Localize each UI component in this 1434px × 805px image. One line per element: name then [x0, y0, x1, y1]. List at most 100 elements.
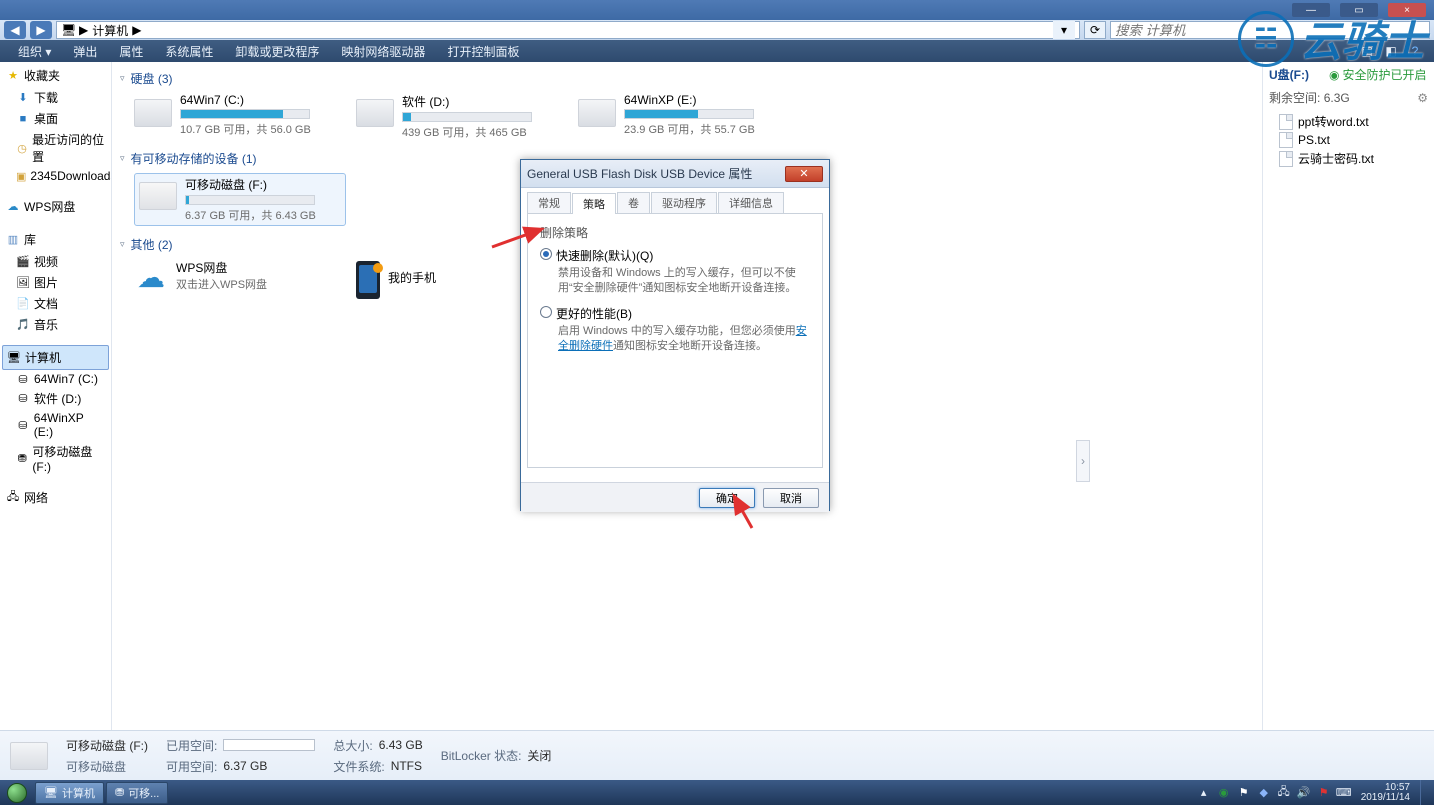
- nav-item-2345downloads[interactable]: ▣2345Downloads: [0, 167, 111, 185]
- system-tray: ▴ ◉ ⚑ ◆ 🖧 🔊 ⚑ ⌨ 10:57 2019/11/14: [1197, 780, 1434, 805]
- radio-quick-remove[interactable]: [540, 248, 552, 260]
- start-button[interactable]: [0, 780, 34, 805]
- window-maximize-button[interactable]: ▭: [1340, 3, 1378, 17]
- drive-usage-bar: [180, 109, 310, 119]
- clock-time: 10:57: [1385, 783, 1410, 793]
- preview-pane-icon[interactable]: ◧: [1380, 42, 1402, 60]
- toolbar-organize[interactable]: 组织 ▾: [8, 41, 61, 62]
- view-mode-icon[interactable]: ▤: [1356, 42, 1378, 60]
- collapse-icon: ▿: [120, 153, 125, 164]
- preview-title: U盘(F:): [1269, 66, 1309, 83]
- toolbar-map-drive[interactable]: 映射网络驱动器: [331, 41, 435, 62]
- system-clock[interactable]: 10:57 2019/11/14: [1357, 783, 1414, 803]
- tab-details[interactable]: 详细信息: [718, 192, 784, 213]
- item-wps-cloud[interactable]: ☁ WPS网盘 双击进入WPS网盘: [134, 259, 334, 299]
- details-fs-value: NTFS: [391, 759, 422, 773]
- tray-app-icon[interactable]: ◆: [1257, 786, 1271, 800]
- nav-forward-button[interactable]: ▶: [30, 21, 52, 39]
- drive-usage-text: 10.7 GB 可用，共 56.0 GB: [180, 121, 334, 137]
- nav-item-downloads[interactable]: ⬇下载: [0, 87, 111, 108]
- radio-better-perf-desc: 启用 Windows 中的写入缓存功能，但您必须使用安全删除硬件通知图标安全地断…: [558, 324, 810, 355]
- tray-action-icon[interactable]: ⚑: [1237, 786, 1251, 800]
- nav-favorites-header[interactable]: ★收藏夹: [0, 64, 111, 87]
- cloud-icon: ☁: [134, 263, 168, 291]
- file-item[interactable]: PS.txt: [1269, 131, 1428, 149]
- radio-better-perf[interactable]: [540, 306, 552, 318]
- toolbar-properties[interactable]: 属性: [109, 41, 153, 62]
- scroll-right-button[interactable]: ›: [1076, 440, 1090, 482]
- nav-network-header[interactable]: 🖧网络: [0, 486, 111, 509]
- item-sub: 双击进入WPS网盘: [176, 276, 334, 292]
- dialog-title: General USB Flash Disk USB Device 属性: [527, 165, 752, 182]
- nav-item-drive-e[interactable]: ⛁64WinXP (E:): [0, 409, 111, 441]
- details-total-value: 6.43 GB: [379, 738, 423, 752]
- window-minimize-button[interactable]: —: [1292, 3, 1330, 17]
- safety-status: ◉安全防护已开启: [1329, 66, 1427, 83]
- phone-icon: [356, 261, 380, 299]
- cancel-button[interactable]: 取消: [763, 488, 819, 508]
- search-input[interactable]: [1110, 21, 1430, 39]
- dialog-panel: 删除策略 快速删除(默认)(Q) 禁用设备和 Windows 上的写入缓存，但可…: [527, 214, 823, 468]
- tray-shield-icon[interactable]: ◉: [1217, 786, 1231, 800]
- drive-icon: [578, 99, 616, 127]
- address-box[interactable]: 🖥 ▶ 计算机 ▶ ▾: [56, 21, 1080, 39]
- file-item[interactable]: ppt转word.txt: [1269, 112, 1428, 131]
- drive-c[interactable]: 64Win7 (C:) 10.7 GB 可用，共 56.0 GB: [134, 93, 334, 140]
- nav-item-desktop[interactable]: ■桌面: [0, 108, 111, 129]
- nav-item-documents[interactable]: 📄文档: [0, 293, 111, 314]
- show-desktop-button[interactable]: [1420, 780, 1428, 805]
- details-free-label: 可用空间:: [166, 758, 217, 775]
- computer-icon: 🖥: [61, 23, 75, 37]
- nav-item-music[interactable]: 🎵音乐: [0, 314, 111, 335]
- nav-item-pictures[interactable]: 🖼图片: [0, 272, 111, 293]
- tab-volumes[interactable]: 卷: [617, 192, 650, 213]
- tab-general[interactable]: 常规: [527, 192, 571, 213]
- drive-icon: ⛁: [16, 418, 30, 432]
- drive-usage-text: 439 GB 可用，共 465 GB: [402, 124, 556, 140]
- tray-flag-icon[interactable]: ⚑: [1317, 786, 1331, 800]
- dialog-titlebar[interactable]: General USB Flash Disk USB Device 属性 ✕: [521, 160, 829, 188]
- drive-icon: ⛁: [16, 392, 30, 406]
- picture-icon: 🖼: [16, 276, 30, 290]
- group-header-hdd[interactable]: ▿硬盘 (3): [120, 70, 1254, 87]
- dialog-close-button[interactable]: ✕: [785, 166, 823, 182]
- toolbar-uninstall[interactable]: 卸载或更改程序: [225, 41, 329, 62]
- ok-button[interactable]: 确定: [699, 488, 755, 508]
- file-item[interactable]: 云骑士密码.txt: [1269, 149, 1428, 168]
- tray-volume-icon[interactable]: 🔊: [1297, 786, 1311, 800]
- nav-wps[interactable]: ☁WPS网盘: [0, 195, 111, 218]
- tab-policies[interactable]: 策略: [572, 193, 616, 214]
- nav-libraries-header[interactable]: ▥库: [0, 228, 111, 251]
- tray-expand-icon[interactable]: ▴: [1197, 786, 1211, 800]
- free-space-value: 6.3G: [1324, 91, 1350, 105]
- nav-item-recent[interactable]: ◷最近访问的位置: [0, 129, 111, 167]
- collapse-icon: ▿: [120, 239, 125, 250]
- drive-e[interactable]: 64WinXP (E:) 23.9 GB 可用，共 55.7 GB: [578, 93, 778, 140]
- tray-lang-icon[interactable]: ⌨: [1337, 786, 1351, 800]
- drive-name: 64Win7 (C:): [180, 93, 334, 107]
- toolbar-control-panel[interactable]: 打开控制面板: [437, 41, 529, 62]
- drive-f-removable[interactable]: 可移动磁盘 (F:) 6.37 GB 可用，共 6.43 GB: [134, 173, 346, 226]
- nav-item-drive-d[interactable]: ⛁软件 (D:): [0, 388, 111, 409]
- tray-network-icon[interactable]: 🖧: [1277, 786, 1291, 800]
- drive-icon: [134, 99, 172, 127]
- taskbar-app-removable[interactable]: ⛃可移...: [106, 782, 168, 804]
- window-close-button[interactable]: ×: [1388, 3, 1426, 17]
- nav-item-drive-c[interactable]: ⛁64Win7 (C:): [0, 370, 111, 388]
- gear-icon[interactable]: ⚙: [1417, 91, 1428, 105]
- nav-item-drive-f[interactable]: ⛃可移动磁盘 (F:): [0, 441, 111, 476]
- dialog-button-bar: 确定 取消: [521, 482, 829, 512]
- drive-name: 可移动磁盘 (F:): [185, 176, 341, 193]
- address-dropdown-icon[interactable]: ▾: [1053, 21, 1075, 39]
- refresh-button[interactable]: ⟳: [1084, 21, 1106, 39]
- drive-d[interactable]: 软件 (D:) 439 GB 可用，共 465 GB: [356, 93, 556, 140]
- tab-driver[interactable]: 驱动程序: [651, 192, 717, 213]
- nav-back-button[interactable]: ◀: [4, 21, 26, 39]
- breadcrumb-computer[interactable]: 计算机: [92, 22, 128, 39]
- nav-item-videos[interactable]: 🎬视频: [0, 251, 111, 272]
- nav-computer-header[interactable]: 🖥计算机: [2, 345, 109, 370]
- taskbar-app-explorer[interactable]: 🖥计算机: [35, 782, 104, 804]
- toolbar-system-properties[interactable]: 系统属性: [155, 41, 223, 62]
- help-icon[interactable]: ?: [1404, 42, 1426, 60]
- toolbar-eject[interactable]: 弹出: [63, 41, 107, 62]
